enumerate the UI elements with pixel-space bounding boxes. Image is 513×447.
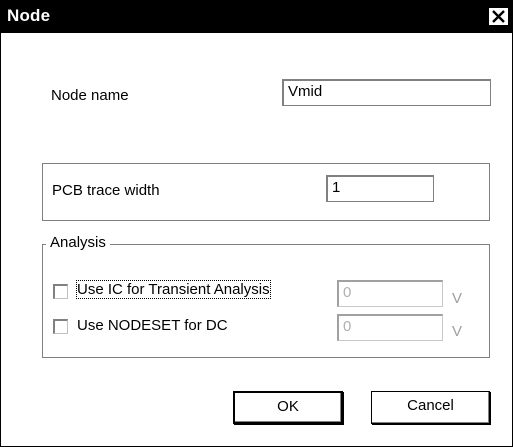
use-nodeset-checkbox[interactable] — [53, 319, 68, 334]
close-icon — [492, 10, 505, 23]
use-nodeset-label: Use NODESET for DC — [77, 317, 228, 334]
nodeset-unit-label: V — [452, 323, 463, 340]
ic-value-input[interactable]: 0 — [337, 280, 443, 307]
pcb-trace-width-input[interactable]: 1 — [326, 175, 434, 202]
ok-button[interactable]: OK — [233, 391, 343, 424]
title-bar[interactable]: Node — [1, 1, 512, 33]
ic-unit-label: V — [452, 290, 463, 307]
use-ic-checkbox[interactable] — [53, 284, 68, 299]
cancel-button-label: Cancel — [407, 397, 454, 414]
node-dialog: Node Node name Vmid PCB trace width 1 An… — [0, 0, 513, 447]
use-ic-label[interactable]: Use IC for Transient Analysis — [76, 280, 271, 299]
pcb-trace-width-label: PCB trace width — [52, 182, 160, 199]
analysis-legend: Analysis — [46, 234, 110, 251]
ok-button-label: OK — [277, 398, 299, 415]
dialog-title: Node — [7, 6, 51, 25]
node-name-input[interactable]: Vmid — [282, 79, 491, 106]
nodeset-value-input[interactable]: 0 — [337, 314, 443, 341]
node-name-label: Node name — [51, 87, 129, 104]
close-button[interactable] — [488, 7, 509, 26]
cancel-button[interactable]: Cancel — [371, 391, 490, 424]
